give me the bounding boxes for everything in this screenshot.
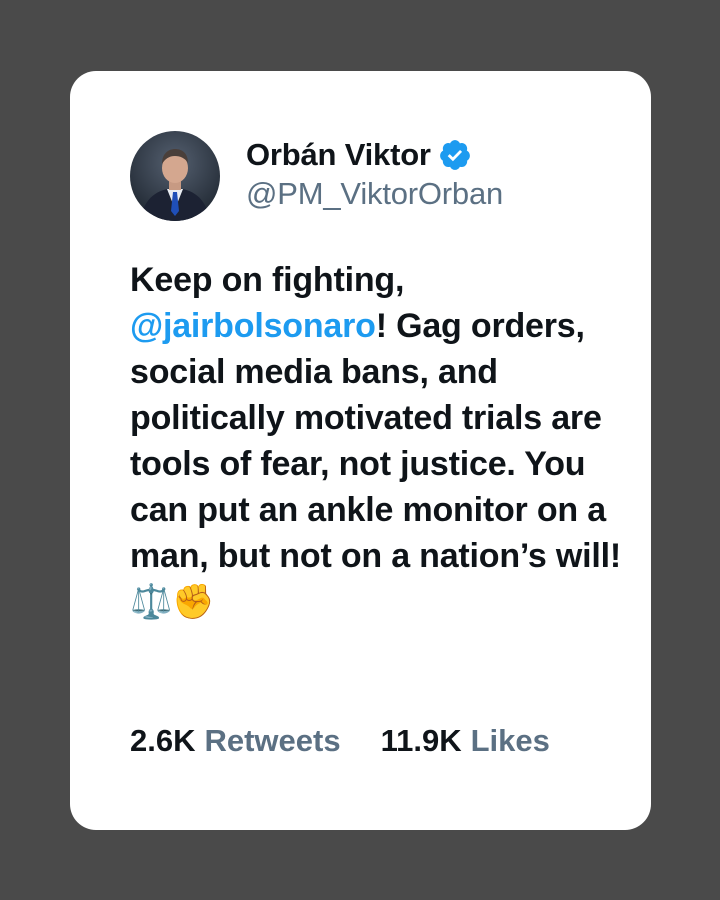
retweets-stat[interactable]: 2.6K Retweets: [130, 721, 341, 761]
author-avatar[interactable]: [130, 131, 220, 221]
tweet-stats: 2.6K Retweets 11.9K Likes: [130, 721, 550, 761]
verified-badge-icon: [438, 138, 472, 172]
tweet-text-segment: ! Gag orders, social media bans, and pol…: [130, 307, 621, 575]
author-name-row: Orbán Viktor: [246, 135, 472, 175]
likes-label: Likes: [470, 723, 550, 758]
likes-count: 11.9K: [380, 723, 462, 758]
tweet-text-segment: Keep on fighting,: [130, 261, 405, 299]
likes-stat[interactable]: 11.9K Likes: [381, 721, 550, 761]
retweets-label: Retweets: [204, 723, 341, 758]
person-portrait-icon: [130, 131, 220, 221]
emoji-scales-fist: ⚖️✊: [130, 583, 215, 621]
tweet-text: Keep on fighting, @jairbolsonaro! Gag or…: [130, 257, 630, 625]
retweets-count: 2.6K: [130, 723, 196, 758]
author-handle[interactable]: @PM_ViktorOrban: [246, 176, 503, 212]
tweet-card: Orbán Viktor @PM_ViktorOrban Keep on fig…: [70, 71, 651, 830]
author-name[interactable]: Orbán Viktor: [246, 137, 431, 173]
mention-link[interactable]: @jairbolsonaro: [130, 307, 376, 345]
